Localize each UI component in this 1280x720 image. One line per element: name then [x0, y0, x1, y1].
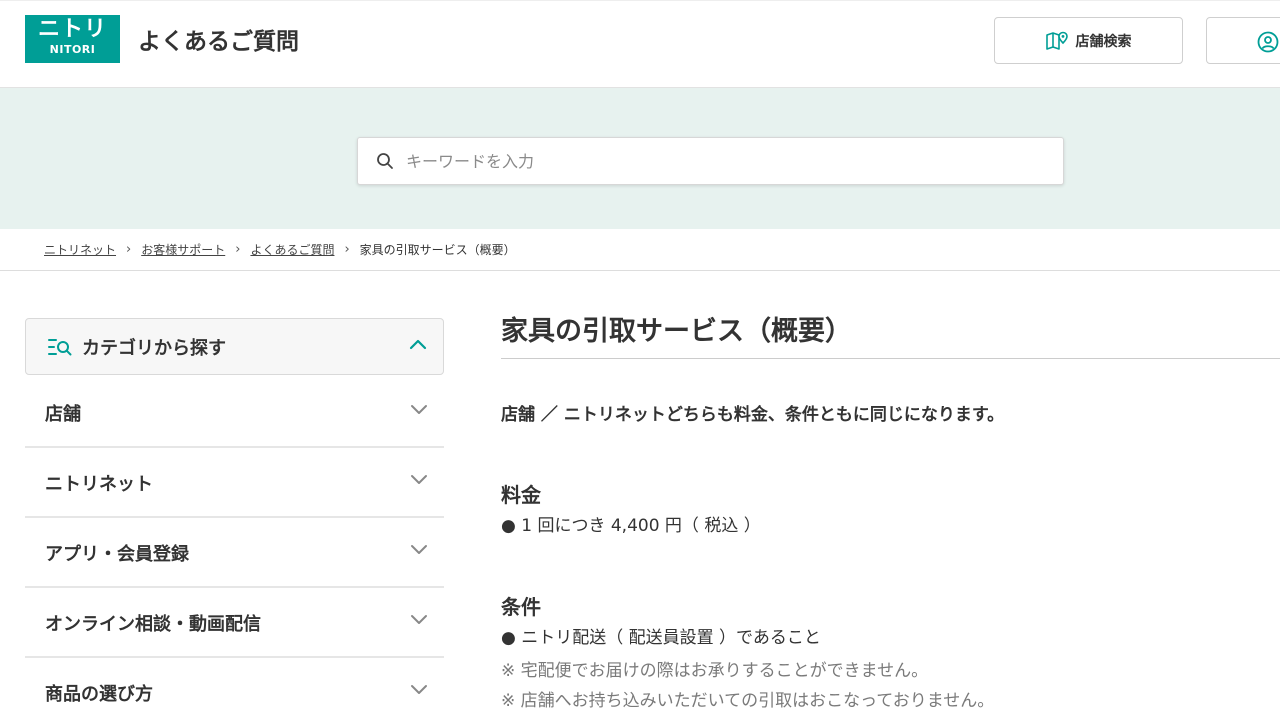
site-header: ニトリ NITORI よくあるご質問 店舗検索 [0, 0, 1280, 88]
article-content: 家具の引取サービス（概要） 店舗 ／ ニトリネットどちらも料金、条件ともに同じに… [501, 312, 1280, 711]
condition-text: ● ニトリ配送（ 配送員設置 ）であること [501, 628, 821, 648]
list-search-icon [48, 338, 72, 355]
condition-note: ※ 宅配便でお届けの際はお承りすることができません。 [501, 661, 929, 681]
category-item-label: 商品の選び方 [45, 684, 153, 705]
search-box[interactable] [357, 137, 1064, 185]
category-item-label: 店舗 [45, 404, 81, 425]
page-title: 家具の引取サービス（概要） [501, 312, 1280, 359]
category-item-label: ニトリネット [45, 474, 153, 495]
chevron-up-icon [409, 339, 427, 350]
price-heading: 料金 [501, 483, 541, 507]
breadcrumb-link-nitori-net[interactable]: ニトリネット [44, 241, 116, 258]
search-section [0, 88, 1280, 229]
condition-note: ※ 店舗へお持ち込みいただいての引取はおこなっておりません。 [501, 691, 995, 711]
category-item-store[interactable]: 店舗 [25, 378, 444, 448]
logo-text-en: NITORI [49, 43, 96, 56]
chevron-down-icon [411, 405, 427, 414]
category-item-product-selection[interactable]: 商品の選び方 [25, 658, 444, 720]
breadcrumb: ニトリネット › お客様サポート › よくあるご質問 › 家具の引取サービス（概… [0, 229, 1280, 271]
category-search-label: カテゴリから探す [82, 337, 226, 359]
category-item-app-membership[interactable]: アプリ・会員登録 [25, 518, 444, 588]
condition-heading: 条件 [501, 595, 541, 619]
store-search-label: 店舗検索 [1075, 33, 1132, 50]
search-input[interactable] [406, 151, 1006, 171]
category-item-label: アプリ・会員登録 [45, 544, 189, 565]
category-item-online-consultation[interactable]: オンライン相談・動画配信 [25, 588, 444, 658]
logo-text-jp: ニトリ [37, 17, 107, 42]
chevron-down-icon [411, 615, 427, 624]
chevron-down-icon [411, 685, 427, 694]
map-pin-icon [1045, 31, 1068, 50]
category-item-label: オンライン相談・動画配信 [45, 614, 261, 635]
category-item-nitori-net[interactable]: ニトリネット [25, 448, 444, 518]
category-list: 店舗 ニトリネット アプリ・会員登録 オンライン相談・動画配信 商品の選び方 [25, 378, 444, 720]
site-title[interactable]: よくあるご質問 [138, 27, 299, 57]
chevron-right-icon: › [126, 242, 132, 257]
breadcrumb-current: 家具の引取サービス（概要） [359, 243, 516, 257]
breadcrumb-link-support[interactable]: お客様サポート [141, 241, 225, 258]
nitori-logo[interactable]: ニトリ NITORI [25, 15, 120, 63]
chevron-right-icon: › [235, 242, 241, 257]
lead-text: 店舗 ／ ニトリネットどちらも料金、条件ともに同じになります。 [501, 405, 1005, 425]
user-icon [1257, 31, 1279, 53]
account-button[interactable] [1206, 17, 1280, 64]
category-search-toggle[interactable]: カテゴリから探す [25, 318, 444, 375]
chevron-down-icon [411, 545, 427, 554]
store-search-button[interactable]: 店舗検索 [994, 17, 1183, 64]
search-icon [377, 153, 393, 169]
breadcrumb-link-faq[interactable]: よくあるご質問 [250, 241, 334, 258]
price-text: ● 1 回につき 4,400 円（ 税込 ） [501, 516, 761, 536]
chevron-right-icon: › [344, 242, 350, 257]
chevron-down-icon [411, 475, 427, 484]
